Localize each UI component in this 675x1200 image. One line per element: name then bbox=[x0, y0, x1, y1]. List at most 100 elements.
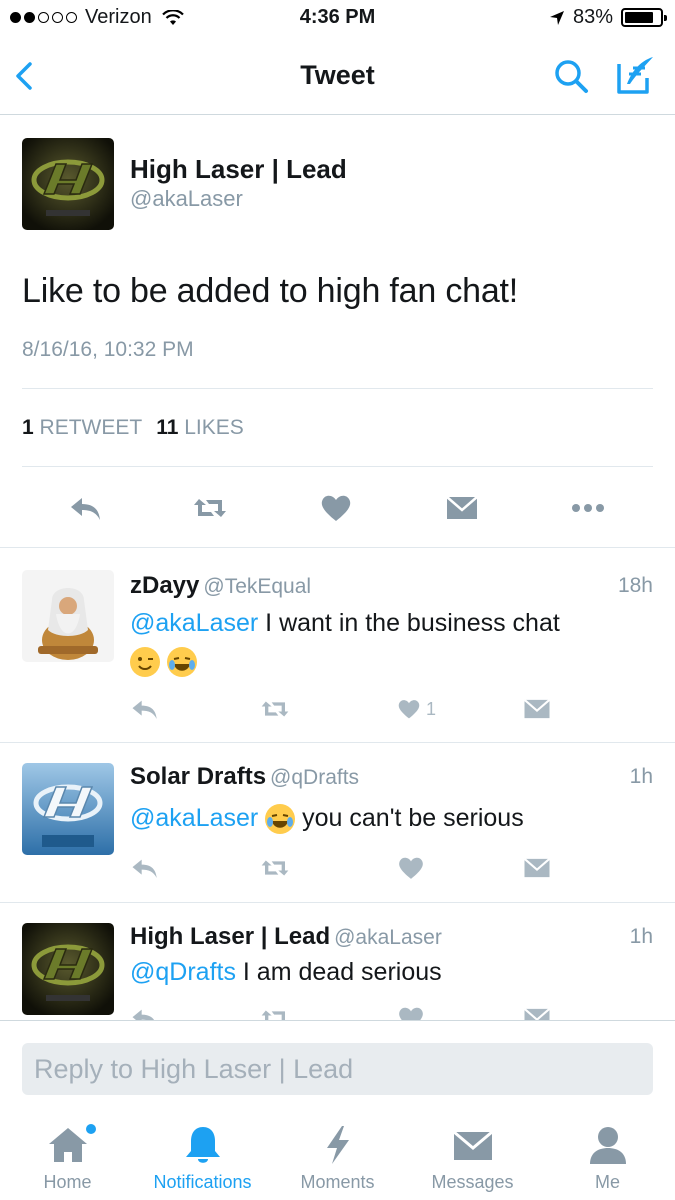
envelope-icon bbox=[452, 1130, 493, 1160]
status-bar: Verizon 4:36 PM 83% bbox=[0, 0, 675, 38]
reply-actions bbox=[130, 853, 552, 883]
tweet-timestamp: 8/16/16, 10:32 PM bbox=[22, 338, 194, 361]
bell-icon bbox=[185, 1127, 220, 1163]
reply-tweet[interactable]: High Laser | Lead @akaLaser 1h @qDrafts I… bbox=[0, 903, 675, 1020]
author-name[interactable]: zDayy bbox=[130, 572, 199, 599]
status-right: 83% bbox=[549, 6, 667, 29]
search-icon[interactable] bbox=[551, 56, 591, 96]
tweet-actions bbox=[0, 486, 675, 530]
likes-stat[interactable]: 11 LIKES bbox=[156, 416, 244, 440]
retweet-icon[interactable] bbox=[192, 490, 228, 526]
divider bbox=[22, 466, 653, 467]
retweets-count: 1 bbox=[22, 416, 34, 439]
battery-fill bbox=[625, 12, 654, 23]
envelope-icon[interactable] bbox=[522, 1003, 552, 1020]
reply-time: 1h bbox=[629, 765, 653, 788]
high-laser-logo-image bbox=[22, 923, 114, 1015]
tab-me[interactable]: Me bbox=[540, 1112, 675, 1200]
author-name[interactable]: High Laser | Lead bbox=[130, 923, 330, 950]
reply-time: 18h bbox=[617, 574, 653, 597]
heart-icon[interactable] bbox=[318, 490, 354, 526]
home-icon bbox=[48, 1128, 87, 1162]
reply-header: Solar Drafts @qDrafts bbox=[130, 763, 653, 791]
reply-tweet[interactable]: Solar Drafts @qDrafts 1h @akaLaser you ca… bbox=[0, 743, 675, 903]
reply-time: 1h bbox=[629, 925, 653, 948]
more-icon[interactable] bbox=[570, 490, 606, 526]
avatar[interactable] bbox=[22, 570, 114, 662]
lightning-icon bbox=[326, 1126, 349, 1164]
author-handle[interactable]: @akaLaser bbox=[130, 186, 243, 212]
likes-count: 11 bbox=[156, 416, 179, 439]
envelope-icon[interactable] bbox=[522, 694, 552, 724]
battery-percent: 83% bbox=[572, 6, 613, 28]
tab-label: Home bbox=[43, 1172, 92, 1192]
main-tweet: High Laser | Lead @akaLaser Like to be a… bbox=[0, 116, 675, 548]
like-action[interactable]: 1 bbox=[396, 694, 456, 724]
compose-tweet-icon[interactable] bbox=[615, 54, 657, 96]
retweets-stat[interactable]: 1 RETWEET bbox=[22, 416, 142, 440]
battery-icon bbox=[621, 8, 667, 27]
divider bbox=[22, 388, 653, 389]
reply-composer bbox=[0, 1020, 675, 1112]
new-content-badge bbox=[86, 1124, 96, 1134]
reply-tweet[interactable]: zDayy @TekEqual 18h @akaLaser I want in t… bbox=[0, 548, 675, 743]
like-count: 1 bbox=[426, 698, 437, 719]
reply-icon[interactable] bbox=[68, 490, 104, 526]
author-name[interactable]: Solar Drafts bbox=[130, 763, 266, 790]
avatar[interactable] bbox=[22, 763, 114, 855]
reply-actions bbox=[130, 1003, 552, 1020]
tab-label: Moments bbox=[300, 1172, 375, 1192]
tab-label: Messages bbox=[431, 1172, 514, 1192]
author-handle[interactable]: @akaLaser bbox=[334, 926, 442, 949]
heart-icon bbox=[398, 700, 420, 719]
retweet-icon[interactable] bbox=[260, 853, 290, 883]
tab-home[interactable]: Home bbox=[0, 1112, 135, 1200]
reply-text: @akaLaser I want in the business chat bbox=[130, 604, 653, 680]
nav-bar: Tweet bbox=[0, 38, 675, 115]
reply-text: @akaLaser you can't be serious bbox=[130, 799, 653, 837]
high-laser-logo-image bbox=[22, 138, 114, 230]
solar-drafts-logo-image bbox=[22, 763, 114, 855]
reply-icon[interactable] bbox=[130, 853, 160, 883]
avatar[interactable] bbox=[22, 138, 114, 230]
retweet-icon[interactable] bbox=[260, 1003, 290, 1020]
retweets-label: RETWEET bbox=[39, 416, 143, 439]
tweet-text: Like to be added to high fan chat! bbox=[22, 272, 519, 310]
heart-icon[interactable] bbox=[396, 1003, 426, 1020]
reply-input[interactable] bbox=[22, 1043, 653, 1095]
author-handle[interactable]: @TekEqual bbox=[203, 575, 311, 598]
envelope-icon[interactable] bbox=[522, 853, 552, 883]
mention-link[interactable]: @akaLaser bbox=[130, 609, 258, 637]
retweet-icon[interactable] bbox=[260, 694, 290, 724]
tab-bar: Home Notifications Moments Messages Me bbox=[0, 1112, 675, 1200]
avatar[interactable] bbox=[22, 923, 114, 1015]
mention-link[interactable]: @qDrafts bbox=[130, 958, 236, 986]
tweet-stats: 1 RETWEET 11 LIKES bbox=[22, 416, 244, 440]
reply-text: @qDrafts I am dead serious bbox=[130, 953, 653, 991]
wink-emoji bbox=[130, 647, 160, 678]
reply-icon[interactable] bbox=[130, 694, 160, 724]
reply-icon[interactable] bbox=[130, 1003, 160, 1020]
heart-icon[interactable] bbox=[396, 853, 426, 883]
envelope-icon[interactable] bbox=[444, 490, 480, 526]
author-handle[interactable]: @qDrafts bbox=[270, 766, 359, 789]
tears-of-joy-emoji bbox=[265, 804, 296, 835]
reply-actions: 1 bbox=[130, 694, 552, 724]
reply-body: you can't be serious bbox=[295, 804, 524, 832]
tab-label: Me bbox=[594, 1172, 620, 1192]
reply-header: High Laser | Lead @akaLaser bbox=[130, 923, 653, 951]
mention-link[interactable]: @akaLaser bbox=[130, 804, 258, 832]
location-arrow-icon bbox=[549, 10, 564, 25]
reply-header: zDayy @TekEqual bbox=[130, 572, 653, 600]
tab-label: Notifications bbox=[153, 1172, 252, 1192]
tab-moments[interactable]: Moments bbox=[270, 1112, 405, 1200]
person-icon bbox=[589, 1127, 626, 1164]
tab-messages[interactable]: Messages bbox=[405, 1112, 540, 1200]
reply-body: I am dead serious bbox=[235, 958, 442, 986]
tab-notifications[interactable]: Notifications bbox=[135, 1112, 270, 1200]
reply-body: I want in the business chat bbox=[258, 609, 560, 637]
likes-label: LIKES bbox=[184, 416, 244, 439]
zeus-avatar-image bbox=[22, 570, 114, 662]
tears-of-joy-emoji bbox=[166, 647, 197, 678]
author-name[interactable]: High Laser | Lead bbox=[130, 154, 347, 185]
